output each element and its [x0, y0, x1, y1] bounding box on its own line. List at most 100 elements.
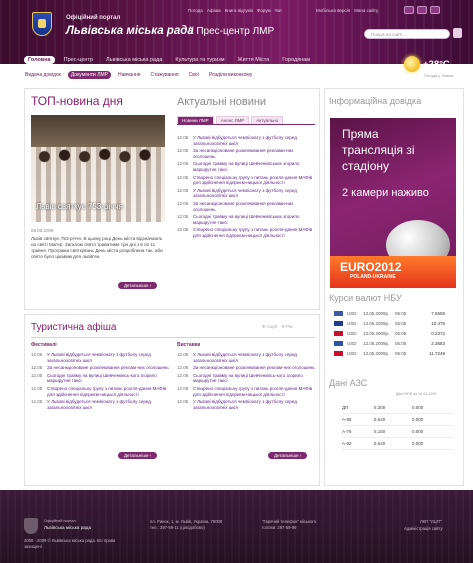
top-news-more-button[interactable]: Детальніше	[118, 282, 158, 289]
fuel-row: А-76 5.150 0.000	[342, 426, 454, 438]
news-link[interactable]: За несанкціоноване розклеювання реклами-…	[193, 201, 315, 212]
euro-logo-text: EURO2012	[340, 260, 402, 274]
exhibitions-title[interactable]: Виставки	[177, 342, 200, 348]
toplink-guestbook[interactable]: Книга відгуків	[225, 8, 253, 13]
top-news-heading: ТОП-новина дня	[31, 94, 123, 108]
news-link[interactable]: За несанкціоноване розклеювання реклам-н…	[193, 365, 315, 371]
flag-icon	[334, 350, 343, 356]
news-link[interactable]: У Львові відбудеться чемпіонату з футбол…	[193, 399, 315, 410]
nav-item-citizens[interactable]: Городянам	[278, 56, 314, 64]
footer-phone: тел.: 297-59-11 (цілодобово)	[150, 525, 205, 530]
link-sitemap[interactable]: Мапа сайту	[354, 8, 378, 13]
news-time: 12.05	[177, 365, 189, 371]
rate-value: 0.2372	[431, 330, 445, 336]
mail-icon[interactable]	[430, 6, 440, 14]
search-input[interactable]: Пошук на сайті...	[364, 29, 450, 39]
news-link[interactable]: У Львові відбудеться чемпіонату з футбол…	[193, 352, 315, 363]
news-time: 12.05	[177, 227, 189, 233]
currency-code: USD	[347, 350, 357, 356]
news-link[interactable]: Сьогодні травму на вулиці Шевченківсь-ко…	[193, 373, 315, 384]
news-item: 12.05 Створено спеціальну групу з питань …	[31, 386, 169, 397]
portal-title[interactable]: Львівська міська рада	[66, 25, 194, 37]
news-link[interactable]: Створено спеціальну групу з питань розгл…	[193, 386, 315, 397]
tourist-filter-2[interactable]: Ф-Ркс	[281, 324, 293, 329]
footer-developer[interactable]: ЛКП "ЛЦІТ"	[420, 519, 442, 525]
news-link[interactable]: Створено спеціальну групу з питань розгл…	[193, 175, 315, 186]
exhibitions-more-button[interactable]: Детальніше	[268, 452, 308, 459]
tab-actual[interactable]: Актуально	[251, 116, 284, 124]
news-link[interactable]: Сьогодні травму на вулиці Шевченківських…	[193, 161, 315, 172]
news-item: 12.05 Сьогодні травму на вулиці Шевченків…	[177, 373, 315, 384]
top-news-photo-caption[interactable]: Львів святкує 753-річчя	[36, 202, 123, 211]
banner-title: Пряма трансляція зі стадіону	[342, 127, 415, 173]
tab-news-lmr[interactable]: Новини ЛМР	[177, 116, 214, 124]
toplink-forum[interactable]: Форум	[257, 8, 271, 13]
festivals-title[interactable]: Фестивалі	[31, 342, 57, 348]
footer-portal-sub: Офіційний портал	[44, 519, 76, 523]
nav-item-culture-tourism[interactable]: Культура та туризм	[171, 56, 228, 64]
weather-temperature: +28°C	[423, 58, 450, 70]
stadium-broadcast-banner[interactable]: Пряма трансляція зі стадіону 2 камери на…	[330, 118, 456, 288]
nav-item-city-life[interactable]: Життя Міста	[234, 56, 274, 64]
rate-row: USD 13.05.2009р. 05:05 11.7249	[334, 348, 459, 358]
rate-value: 2.3683	[431, 340, 445, 346]
subnav-documents[interactable]: Документи ЛМР	[67, 71, 111, 79]
flag-icon	[334, 320, 343, 326]
currency-code: USD	[347, 310, 357, 316]
subnav-own[interactable]: Свої	[186, 71, 202, 79]
toplink-chat[interactable]: Чат	[275, 8, 282, 13]
main-nav: Головна Прес-центр Львівська міська рада…	[0, 54, 473, 66]
portal-subtitle: Офіційний портал	[66, 15, 121, 21]
news-time: 12.05	[177, 148, 189, 154]
rate-time: 05:05	[395, 340, 407, 346]
news-time: 12.05	[177, 187, 189, 193]
news-link[interactable]: За несанкціоноване розклеювання реклами-…	[193, 148, 315, 159]
fuel-type: А-76	[342, 429, 352, 434]
news-time: 12.05	[177, 200, 189, 206]
news-link[interactable]: У Львові відбудеться чемпіонату з футбол…	[47, 352, 169, 363]
subnav-education[interactable]: Навчання	[115, 71, 143, 79]
footer-admin-link[interactable]: Адміністрація сайту	[404, 526, 443, 532]
search-button[interactable]	[453, 28, 462, 38]
toplink-afisha[interactable]: Афіша	[207, 8, 221, 13]
news-link[interactable]: За несанкціоноване розклеювання реклам-н…	[47, 365, 169, 371]
news-link[interactable]: У Львові відбудеться чемпіонату з футбол…	[193, 188, 315, 199]
rate-date: 13.05.2009р.	[363, 350, 390, 356]
subnav-certificates[interactable]: Видача довідок	[22, 71, 64, 79]
news-item: 12.05 Сьогодні травму на вулиці Шевченків…	[177, 161, 315, 172]
weather-caption[interactable]: Погода у Львові	[424, 73, 453, 78]
news-item: 12.05 Створено спеціальну групу з питань …	[177, 386, 315, 397]
news-time: 12.05	[31, 385, 43, 391]
right-links: Мобільна версія Мапа сайту	[316, 8, 378, 13]
subnav-internship[interactable]: Стажування	[147, 71, 181, 79]
fuel-price: 5.640	[374, 441, 386, 446]
toplink-weather[interactable]: Погода	[188, 8, 203, 13]
nav-item-city-council[interactable]: Львівська міська рада	[102, 56, 166, 64]
subnav-executive-sections[interactable]: Розділи виконкому	[206, 71, 255, 79]
news-link[interactable]: Сьогодні травму на вулиці Шевченківсь-ко…	[47, 373, 169, 384]
nav-item-home[interactable]: Головна	[24, 56, 55, 64]
news-item: 12.05 У Львові відбудеться чемпіонату з ф…	[177, 188, 315, 199]
news-time: 12.05	[31, 365, 43, 371]
news-link[interactable]: Створено спеціальну групу з питань розгл…	[47, 386, 169, 397]
news-link[interactable]: У Львові відбудеться чемпіонату з футбол…	[47, 399, 169, 410]
rate-time: 05:05	[395, 320, 407, 326]
weather-widget[interactable]: +28°C	[404, 56, 450, 72]
city-coat-of-arms-logo[interactable]	[32, 12, 52, 36]
news-item: 12.05 У Львові відбудеться чемпіонату з ф…	[177, 399, 315, 410]
tourist-filter-1[interactable]: Ф-Скрб	[262, 324, 277, 329]
news-item: 12.05 У Львові відбудеться чемпіонату з ф…	[177, 135, 315, 146]
home-icon[interactable]	[417, 6, 427, 14]
news-time: 12.05	[177, 372, 189, 378]
link-mobile-version[interactable]: Мобільна версія	[316, 8, 350, 13]
news-link[interactable]: У Львові відбудеться чемпіонату з футбол…	[193, 135, 315, 146]
tab-announce-lmr[interactable]: Анонс ЛМР	[215, 116, 250, 124]
rss-icon[interactable]	[404, 6, 414, 14]
nav-item-press-center[interactable]: Прес-центр	[60, 56, 97, 64]
news-link[interactable]: Створено спеціальну групу з питань розгл…	[193, 227, 315, 238]
news-time: 12.05	[177, 399, 189, 405]
festivals-more-button[interactable]: Детальніше	[118, 452, 158, 459]
news-link[interactable]: Сьогодні травму на вулиці Шевченківських…	[193, 214, 315, 225]
fuel-type: ДП	[342, 405, 349, 410]
news-list: 12.05 У Львові відбудеться чемпіонату з ф…	[177, 135, 315, 241]
